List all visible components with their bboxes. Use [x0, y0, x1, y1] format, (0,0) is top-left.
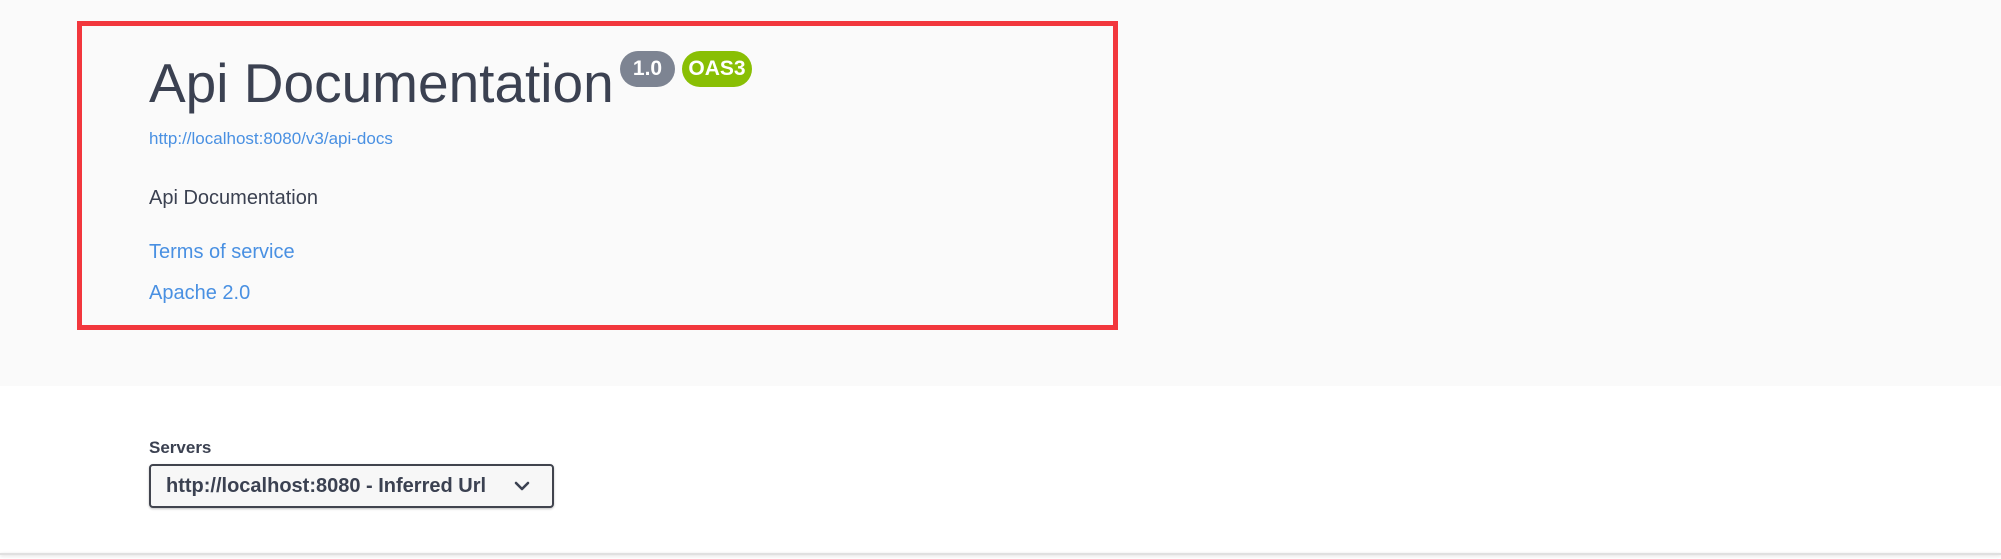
- server-select-value: http://localhost:8080 - Inferred Url: [166, 475, 487, 497]
- license-link[interactable]: Apache 2.0: [149, 282, 250, 305]
- oas-version-badge: OAS3: [682, 51, 752, 87]
- server-select[interactable]: http://localhost:8080 - Inferred Url: [149, 464, 554, 508]
- info-section: Api Documentation 1.0 OAS3 http://localh…: [0, 0, 2001, 386]
- chevron-down-icon: [514, 481, 530, 491]
- api-description: Api Documentation: [149, 187, 318, 209]
- api-docs-link[interactable]: http://localhost:8080/v3/api-docs: [149, 129, 393, 149]
- page-title: Api Documentation: [149, 52, 614, 114]
- terms-of-service-link[interactable]: Terms of service: [149, 241, 295, 264]
- servers-label: Servers: [149, 438, 212, 457]
- version-badge: 1.0: [620, 51, 675, 87]
- section-divider: [0, 553, 2001, 555]
